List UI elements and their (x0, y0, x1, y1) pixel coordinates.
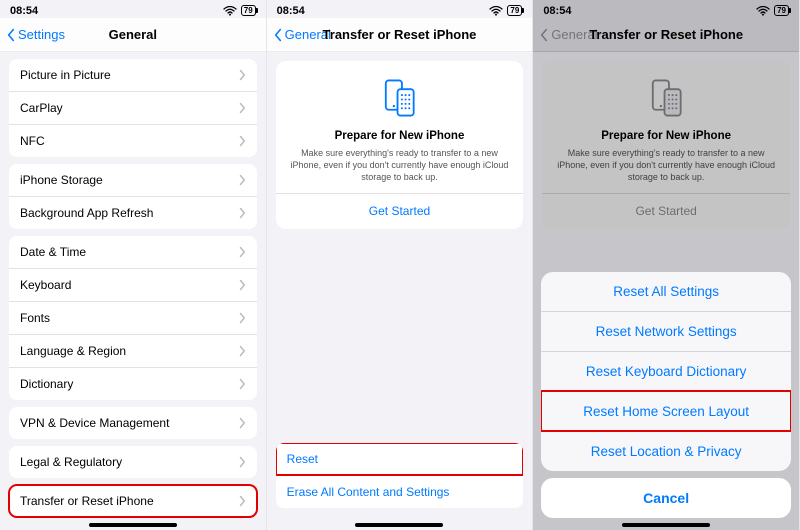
row-label: Dictionary (20, 377, 73, 391)
row-label: Background App Refresh (20, 206, 153, 220)
nav-back-button[interactable]: General (273, 27, 331, 42)
prepare-icon (377, 76, 421, 120)
settings-group: iPhone Storage Background App Refresh (9, 164, 257, 229)
sheet-reset-location-privacy[interactable]: Reset Location & Privacy (541, 431, 791, 471)
nav-bar: Settings General (0, 18, 266, 52)
row-label: Legal & Regulatory (20, 455, 122, 469)
sheet-reset-keyboard-dictionary[interactable]: Reset Keyboard Dictionary (541, 351, 791, 391)
row-picture-in-picture[interactable]: Picture in Picture (9, 59, 257, 91)
chevron-right-icon (238, 207, 246, 219)
settings-group: VPN & Device Management (9, 407, 257, 439)
prepare-title: Prepare for New iPhone (290, 130, 510, 142)
status-right: 79 (489, 5, 522, 16)
settings-group: Picture in Picture CarPlay NFC (9, 59, 257, 157)
chevron-right-icon (238, 174, 246, 186)
row-dictionary[interactable]: Dictionary (9, 367, 257, 400)
action-sheet: Reset All Settings Reset Network Setting… (533, 264, 799, 530)
status-time: 08:54 (10, 5, 38, 17)
chevron-right-icon (238, 69, 246, 81)
row-iphone-storage[interactable]: iPhone Storage (9, 164, 257, 196)
row-label: iPhone Storage (20, 173, 103, 187)
prepare-card: Prepare for New iPhone Make sure everyth… (276, 61, 524, 229)
row-fonts[interactable]: Fonts (9, 301, 257, 334)
sheet-reset-all-settings[interactable]: Reset All Settings (541, 272, 791, 311)
sheet-cancel-button[interactable]: Cancel (541, 478, 791, 518)
status-right: 79 (223, 5, 256, 16)
row-label: CarPlay (20, 101, 63, 115)
chevron-right-icon (238, 495, 246, 507)
nav-back-button[interactable]: Settings (6, 27, 65, 42)
chevron-right-icon (238, 345, 246, 357)
wifi-icon (489, 6, 503, 16)
row-date-time[interactable]: Date & Time (9, 236, 257, 268)
status-bar: 08:54 79 (0, 0, 266, 18)
phone-action-sheet: 08:54 79 General Transfer or Reset iPhon… (533, 0, 800, 530)
sheet-reset-home-screen-layout[interactable]: Reset Home Screen Layout (541, 391, 791, 431)
phone-transfer-reset: 08:54 79 General Transfer or Reset iPhon… (267, 0, 534, 530)
wifi-icon (223, 6, 237, 16)
chevron-right-icon (238, 102, 246, 114)
prepare-desc: Make sure everything's ready to transfer… (290, 147, 510, 183)
home-indicator[interactable] (622, 523, 710, 527)
chevron-right-icon (238, 378, 246, 390)
row-label: Fonts (20, 311, 50, 325)
status-bar: 08:54 79 (267, 0, 533, 18)
nav-bar: General Transfer or Reset iPhone (267, 18, 533, 52)
row-nfc[interactable]: NFC (9, 124, 257, 157)
row-label: Picture in Picture (20, 68, 111, 82)
row-label: Language & Region (20, 344, 126, 358)
row-keyboard[interactable]: Keyboard (9, 268, 257, 301)
row-carplay[interactable]: CarPlay (9, 91, 257, 124)
chevron-right-icon (238, 456, 246, 468)
erase-button[interactable]: Erase All Content and Settings (276, 475, 524, 508)
chevron-right-icon (238, 135, 246, 147)
row-legal-regulatory[interactable]: Legal & Regulatory (9, 446, 257, 478)
row-label: NFC (20, 134, 45, 148)
chevron-right-icon (238, 279, 246, 291)
row-language-region[interactable]: Language & Region (9, 334, 257, 367)
erase-label: Erase All Content and Settings (287, 485, 450, 499)
sheet-reset-network-settings[interactable]: Reset Network Settings (541, 311, 791, 351)
battery-icon: 79 (507, 5, 522, 16)
chevron-right-icon (238, 246, 246, 258)
bottom-actions: Reset Erase All Content and Settings (267, 443, 533, 530)
reset-button[interactable]: Reset (276, 443, 524, 475)
reset-erase-group: Reset Erase All Content and Settings (276, 443, 524, 508)
phone-general: 08:54 79 Settings General Picture in Pic… (0, 0, 267, 530)
row-label: VPN & Device Management (20, 416, 169, 430)
status-time: 08:54 (277, 5, 305, 17)
row-label: Date & Time (20, 245, 86, 259)
row-transfer-or-reset[interactable]: Transfer or Reset iPhone (9, 485, 257, 517)
settings-scroll[interactable]: Picture in Picture CarPlay NFC iPhone St… (0, 52, 266, 530)
chevron-right-icon (238, 312, 246, 324)
chevron-left-icon (273, 28, 283, 42)
battery-icon: 79 (241, 5, 256, 16)
nav-back-label: Settings (18, 27, 65, 42)
row-label: Keyboard (20, 278, 71, 292)
row-background-app-refresh[interactable]: Background App Refresh (9, 196, 257, 229)
home-indicator[interactable] (89, 523, 177, 527)
get-started-button[interactable]: Get Started (290, 194, 510, 229)
row-vpn-device-management[interactable]: VPN & Device Management (9, 407, 257, 439)
home-indicator[interactable] (355, 523, 443, 527)
nav-back-label: General (285, 27, 331, 42)
settings-group: Legal & Regulatory (9, 446, 257, 478)
row-label: Transfer or Reset iPhone (20, 494, 154, 508)
settings-group: Transfer or Reset iPhone (9, 485, 257, 517)
reset-label: Reset (287, 452, 318, 466)
action-sheet-group: Reset All Settings Reset Network Setting… (541, 272, 791, 471)
settings-group: Date & Time Keyboard Fonts Language & Re… (9, 236, 257, 400)
chevron-right-icon (238, 417, 246, 429)
chevron-left-icon (6, 28, 16, 42)
